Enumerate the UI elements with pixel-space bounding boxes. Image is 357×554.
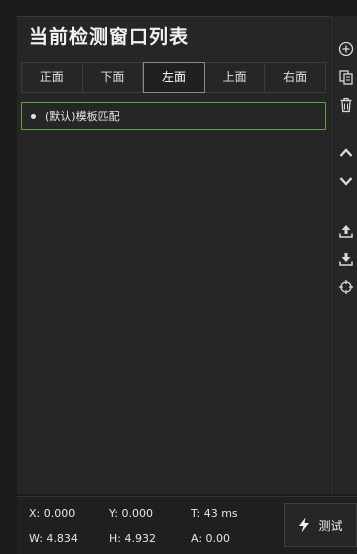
angle-value: A: 0.00 bbox=[191, 532, 231, 545]
copy-icon bbox=[339, 70, 353, 85]
locate-button[interactable] bbox=[335, 276, 357, 298]
view-tabs: 正面 下面 左面 上面 右面 bbox=[21, 62, 326, 93]
crosshair-icon bbox=[339, 280, 353, 294]
detection-window-panel: 当前检测窗口列表 正面 下面 左面 上面 右面 (默认)模板匹配 bbox=[17, 16, 330, 494]
copy-button[interactable] bbox=[335, 66, 357, 88]
detection-window-list: (默认)模板匹配 bbox=[21, 102, 326, 487]
x-value: X: 0.000 bbox=[29, 507, 76, 520]
height-value: H: 4.932 bbox=[109, 532, 156, 545]
chevron-down-icon bbox=[339, 177, 353, 186]
app-window: 当前检测窗口列表 正面 下面 左面 上面 右面 (默认)模板匹配 X: 0.00… bbox=[0, 0, 357, 554]
move-up-button[interactable] bbox=[335, 142, 357, 164]
status-footer: X: 0.000 Y: 0.000 T: 43 ms W: 4.834 H: 4… bbox=[17, 496, 357, 554]
lightning-icon bbox=[299, 517, 310, 533]
delete-button[interactable] bbox=[335, 94, 357, 116]
y-value: Y: 0.000 bbox=[109, 507, 153, 520]
upload-button[interactable] bbox=[335, 220, 357, 242]
test-button[interactable]: 测试 bbox=[284, 503, 357, 547]
width-value: W: 4.834 bbox=[29, 532, 78, 545]
upload-icon bbox=[339, 225, 353, 238]
test-button-label: 测试 bbox=[318, 518, 343, 533]
tab-right[interactable]: 右面 bbox=[265, 62, 326, 93]
time-value: T: 43 ms bbox=[191, 507, 238, 520]
side-toolbar bbox=[331, 16, 357, 494]
download-icon bbox=[339, 253, 353, 266]
chevron-up-icon bbox=[339, 148, 353, 157]
move-down-button[interactable] bbox=[335, 170, 357, 192]
add-circle-icon bbox=[338, 41, 354, 57]
list-item[interactable]: (默认)模板匹配 bbox=[21, 102, 326, 130]
tab-top[interactable]: 上面 bbox=[204, 62, 266, 93]
trash-icon bbox=[340, 97, 352, 113]
panel-title: 当前检测窗口列表 bbox=[29, 26, 190, 48]
add-button[interactable] bbox=[335, 38, 357, 60]
tab-front[interactable]: 正面 bbox=[21, 62, 83, 93]
tab-left[interactable]: 左面 bbox=[143, 62, 205, 93]
tab-bottom[interactable]: 下面 bbox=[82, 62, 144, 93]
bullet-icon bbox=[31, 113, 36, 119]
download-button[interactable] bbox=[335, 248, 357, 270]
list-item-label: (默认)模板匹配 bbox=[45, 110, 120, 123]
